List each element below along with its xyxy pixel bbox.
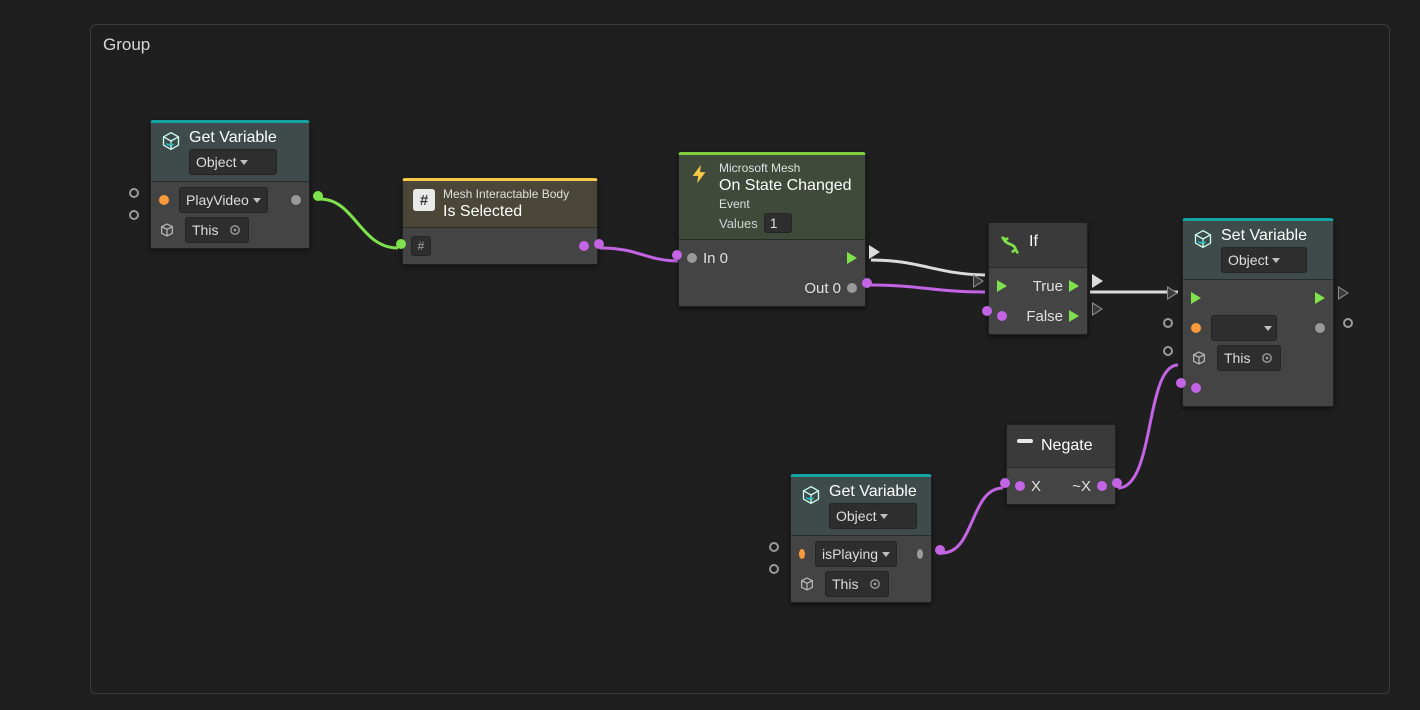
cube-small-icon [799, 576, 815, 592]
port-exec-out-marker[interactable] [1315, 292, 1325, 304]
port-exec-out-ext[interactable] [1338, 286, 1349, 300]
scope-dropdown[interactable]: Object [189, 149, 277, 175]
node-title: If [1029, 233, 1038, 251]
port-in0-ext[interactable] [672, 250, 682, 260]
port-true-out[interactable] [1069, 280, 1079, 292]
graph-canvas[interactable]: Group Get Variable Object PlayVideo [0, 0, 1420, 710]
port-value-in[interactable] [1191, 383, 1201, 393]
port-out0-inner[interactable] [847, 283, 857, 293]
port-out-value[interactable] [935, 545, 945, 555]
node-title: Set Variable [1221, 227, 1307, 245]
node-category: Microsoft Mesh [719, 161, 852, 175]
port-exec-in-ext[interactable] [973, 274, 984, 288]
port-in-flow[interactable] [769, 542, 779, 552]
node-get-variable-isplaying[interactable]: Get Variable Object isPlaying This [790, 474, 932, 603]
negate-icon [1017, 439, 1033, 443]
port-out0-ext[interactable] [862, 278, 872, 288]
port-var-name[interactable] [159, 195, 169, 205]
port-exec-in-ext[interactable] [1167, 286, 1178, 300]
node-set-variable[interactable]: Set Variable Object This [1182, 218, 1334, 407]
port-in0[interactable] [687, 253, 697, 263]
port-exec-in-marker[interactable] [997, 280, 1007, 292]
port-false-out[interactable] [1069, 310, 1079, 322]
node-title: Is Selected [443, 203, 569, 221]
port-value-out-ext[interactable] [1343, 318, 1353, 328]
target-field[interactable]: This [825, 571, 889, 597]
port-out-value-neutral[interactable] [917, 549, 923, 559]
port-exec-in-marker[interactable] [1191, 292, 1201, 304]
port-out-value[interactable] [313, 191, 323, 201]
port-bool-out-inner[interactable] [579, 241, 589, 251]
variable-name-dropdown[interactable]: isPlaying [815, 541, 897, 567]
x-out-label: ~X [1072, 478, 1091, 495]
port-exec-out-ext[interactable] [869, 245, 880, 259]
port-target-in[interactable] [396, 239, 406, 249]
port-target-in-ext[interactable] [1163, 346, 1173, 356]
node-title: On State Changed [719, 177, 852, 195]
port-false-out-ext[interactable] [1092, 302, 1103, 316]
port-x-in-ext[interactable] [1000, 478, 1010, 488]
target-field[interactable]: This [1217, 345, 1281, 371]
node-type-icon [801, 485, 821, 505]
scope-dropdown[interactable]: Object [829, 503, 917, 529]
port-value-in-ext[interactable] [1176, 378, 1186, 388]
port-exec-out[interactable] [847, 252, 857, 264]
node-category: Mesh Interactable Body [443, 187, 569, 201]
node-if[interactable]: If True False [988, 222, 1088, 335]
port-x-out[interactable] [1097, 481, 1107, 491]
out0-label: Out 0 [804, 280, 841, 297]
node-type-icon [161, 131, 181, 151]
branch-icon [999, 235, 1021, 257]
scope-dropdown[interactable]: Object [1221, 247, 1307, 273]
cube-small-icon [1191, 350, 1207, 366]
x-in-label: X [1031, 478, 1041, 495]
port-bool-out[interactable] [594, 239, 604, 249]
port-condition-ext[interactable] [982, 306, 992, 316]
node-title: Get Variable [829, 483, 917, 501]
target-field[interactable]: This [185, 217, 249, 243]
node-title: Get Variable [189, 129, 277, 147]
port-in-flow[interactable] [129, 188, 139, 198]
node-on-state-changed[interactable]: Microsoft Mesh On State Changed Event Va… [678, 152, 866, 307]
false-label: False [1026, 308, 1063, 325]
node-get-variable-playvideo[interactable]: Get Variable Object PlayVideo This [150, 120, 310, 249]
port-value-out[interactable] [1315, 323, 1325, 333]
port-true-out-ext[interactable] [1092, 274, 1103, 288]
bolt-icon [689, 163, 711, 185]
target-hash-chip[interactable]: # [411, 236, 431, 256]
port-x-out-ext[interactable] [1112, 478, 1122, 488]
values-count-field[interactable]: 1 [764, 213, 792, 233]
node-negate[interactable]: Negate X ~X [1006, 424, 1116, 505]
true-label: True [1033, 278, 1063, 295]
cube-small-icon [159, 222, 175, 238]
in0-label: In 0 [703, 250, 728, 267]
port-condition[interactable] [997, 311, 1007, 321]
port-var-name[interactable] [1191, 323, 1201, 333]
variable-name-dropdown[interactable]: PlayVideo [179, 187, 268, 213]
port-x-in[interactable] [1015, 481, 1025, 491]
port-var-name[interactable] [799, 549, 805, 559]
port-in-target[interactable] [129, 210, 139, 220]
values-label: Values [719, 216, 758, 231]
variable-name-dropdown[interactable] [1211, 315, 1277, 341]
node-title: Negate [1041, 437, 1093, 455]
node-kind: Event [719, 197, 852, 211]
node-type-icon [1193, 229, 1213, 249]
hash-icon: # [413, 189, 435, 211]
port-in-target[interactable] [769, 564, 779, 574]
node-is-selected[interactable]: # Mesh Interactable Body Is Selected # [402, 178, 598, 265]
port-name-in-ext[interactable] [1163, 318, 1173, 328]
port-out-value-neutral[interactable] [291, 195, 301, 205]
group-title[interactable]: Group [103, 35, 150, 55]
